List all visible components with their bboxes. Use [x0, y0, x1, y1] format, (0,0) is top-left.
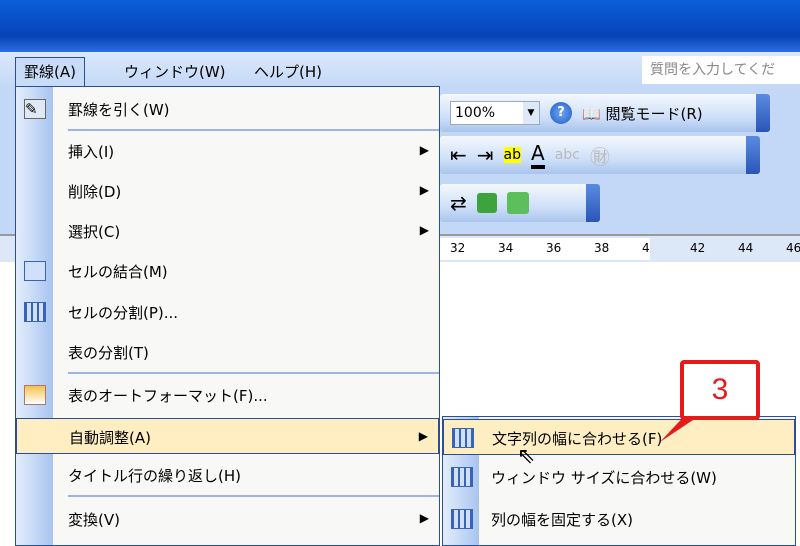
mouse-cursor-icon: ⇖	[517, 444, 536, 469]
callout-pointer	[660, 410, 702, 442]
step-callout: 3	[680, 360, 760, 420]
